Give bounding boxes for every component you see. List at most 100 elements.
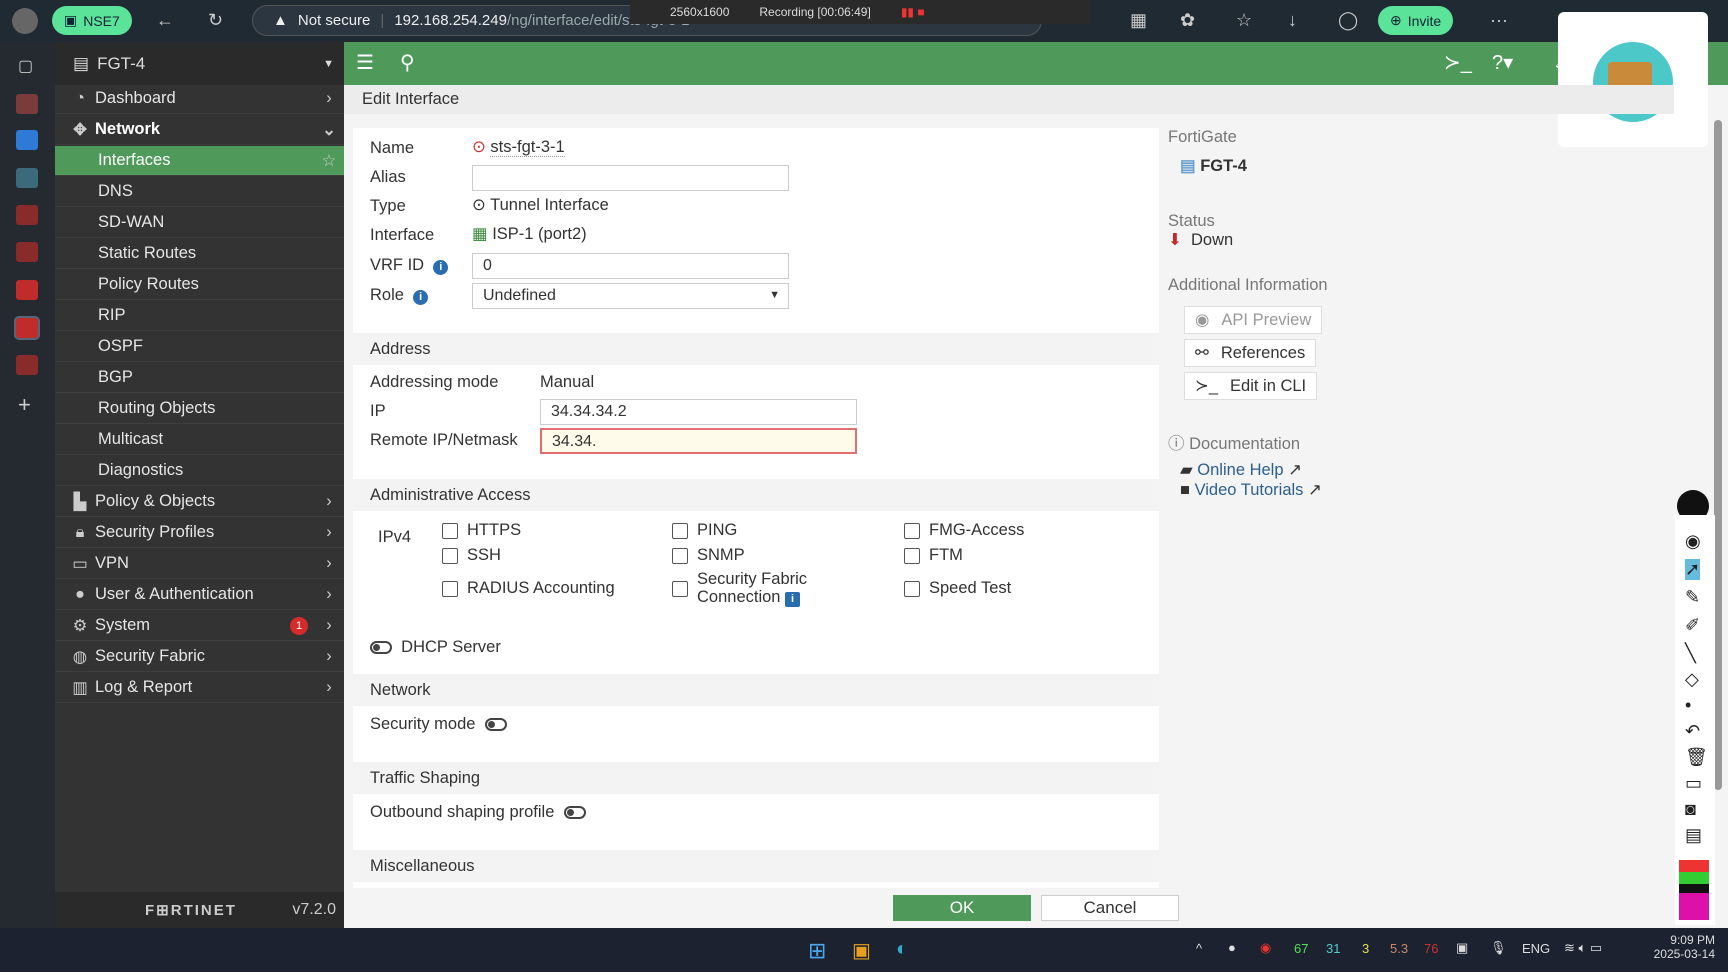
tab-icon[interactable] — [16, 355, 38, 375]
tab-icon[interactable] — [16, 168, 38, 188]
sidebar-item-diagnostics[interactable]: Diagnostics — [55, 456, 344, 486]
snmp-checkbox[interactable]: SNMP — [672, 546, 745, 565]
extension-icon[interactable]: ▦ — [1130, 10, 1147, 31]
trash-icon[interactable]: 🗑︎ — [1685, 747, 1708, 768]
menu-icon[interactable]: ☰ — [356, 50, 374, 75]
outbound-shaping-toggle[interactable] — [563, 806, 586, 820]
ssh-checkbox[interactable]: SSH — [442, 546, 501, 565]
ping-checkbox[interactable]: PING — [672, 521, 737, 540]
tab-icon[interactable] — [16, 94, 38, 114]
tab-icon[interactable] — [16, 205, 38, 225]
line-icon[interactable]: ╲ — [1685, 643, 1696, 664]
info-icon[interactable]: i — [785, 592, 801, 607]
role-select[interactable]: Undefined ▼ — [472, 283, 789, 309]
api-preview-button[interactable]: ◉ API Preview — [1184, 306, 1323, 334]
chevron-up-icon[interactable]: ^ — [1196, 941, 1202, 956]
https-checkbox[interactable]: HTTPS — [442, 521, 521, 540]
video-tutorials-link[interactable]: ■ Video Tutorials ↗ — [1180, 480, 1322, 500]
sidebar-item-interfaces[interactable]: Interfaces ☆ — [55, 146, 344, 176]
undo-icon[interactable]: ↶ — [1685, 721, 1700, 742]
search-icon[interactable]: ⚲ — [400, 50, 415, 75]
cancel-button[interactable]: Cancel — [1041, 895, 1179, 921]
board-icon[interactable]: ▭ — [1685, 773, 1702, 794]
screen-icon[interactable]: ▣ — [1456, 940, 1468, 956]
download-icon[interactable]: ↓ — [1288, 10, 1297, 31]
tabs-icon[interactable]: ▢ — [18, 56, 33, 76]
cli-icon[interactable]: ≻_ — [1444, 50, 1472, 75]
star-icon[interactable]: ☆ — [314, 151, 344, 171]
sidebar-item-system[interactable]: ⚙ System 1 › — [55, 611, 344, 641]
speed-test-checkbox[interactable]: Speed Test — [904, 579, 1011, 598]
sidebar-item-security-profiles[interactable]: 🔒︎ Security Profiles › — [55, 518, 344, 548]
security-mode-toggle[interactable] — [484, 718, 507, 732]
clipboard-icon[interactable]: ▤ — [1685, 825, 1702, 846]
vrf-id-input[interactable]: 0 — [472, 253, 789, 279]
back-icon[interactable]: ← — [156, 10, 174, 31]
stop-record-icon[interactable]: ▮▮ ■ — [901, 5, 925, 19]
add-tab-icon[interactable]: + — [18, 392, 31, 418]
edge-icon[interactable]: ◐ — [896, 938, 908, 961]
sidebar-item-network[interactable]: ✥ Network ⌄ — [55, 115, 344, 145]
pen-icon[interactable]: ✎ — [1685, 587, 1700, 608]
app-icon[interactable]: ▣ — [852, 938, 871, 963]
tab-icon[interactable] — [14, 316, 40, 340]
sidebar-item-dashboard[interactable]: ◔ Dashboard › — [55, 84, 344, 114]
sidebar-item-dns[interactable]: DNS — [55, 177, 344, 207]
online-help-link[interactable]: ▰ Online Help ↗ — [1180, 460, 1302, 480]
more-icon[interactable]: ··· — [1490, 10, 1508, 31]
reload-icon[interactable]: ↻ — [208, 10, 223, 31]
clock[interactable]: 9:09 PM 2025-03-14 — [1645, 933, 1715, 961]
fmg-access-checkbox[interactable]: FMG-Access — [904, 521, 1024, 540]
windows-start-icon[interactable]: ⊞ — [808, 938, 826, 964]
record-icon[interactable]: ◉ — [1260, 940, 1271, 956]
extensions-icon[interactable]: ✿ — [1180, 10, 1195, 31]
sidebar-item-user-auth[interactable]: ● User & Authentication › — [55, 580, 344, 610]
ftm-checkbox[interactable]: FTM — [904, 546, 963, 565]
info-icon[interactable]: i — [413, 290, 429, 305]
eye-icon[interactable]: ◉ — [1685, 531, 1701, 552]
cursor-icon[interactable]: ➚ — [1685, 559, 1701, 580]
device-link[interactable]: FGT-4 — [1200, 157, 1247, 175]
scrollbar[interactable] — [1714, 120, 1722, 790]
wifi-icon[interactable]: ≋ 🔈︎ ▭ — [1564, 940, 1602, 956]
references-button[interactable]: ⚯ References — [1184, 339, 1317, 367]
sidebar-item-policy-objects[interactable]: ▙ Policy & Objects › — [55, 487, 344, 517]
dot-icon[interactable]: • — [1685, 695, 1691, 716]
camera-icon[interactable]: ◙ — [1685, 799, 1696, 820]
radius-accounting-checkbox[interactable]: RADIUS Accounting — [442, 579, 615, 598]
tab-icon[interactable] — [16, 130, 38, 150]
highlighter-icon[interactable]: ✐ — [1685, 615, 1700, 636]
sidebar-item-multicast[interactable]: Multicast — [55, 425, 344, 455]
ip-input[interactable]: 34.34.34.2 — [540, 399, 857, 425]
sidebar-item-log-report[interactable]: ▥ Log & Report › — [55, 673, 344, 703]
sidebar-item-routing-objects[interactable]: Routing Objects — [55, 394, 344, 424]
remote-ip-netmask-input[interactable]: 34.34. — [540, 428, 857, 454]
favorites-icon[interactable]: ☆ — [1236, 10, 1252, 31]
profile-button[interactable]: ▣ NSE7 — [52, 6, 132, 35]
sidebar-item-vpn[interactable]: ▭ VPN › — [55, 549, 344, 579]
sidebar-item-security-fabric[interactable]: ◍ Security Fabric › — [55, 642, 344, 672]
sidebar-item-ospf[interactable]: OSPF — [55, 332, 344, 362]
security-fabric-connection-checkbox[interactable]: Security Fabric Connection i — [672, 570, 832, 607]
sidebar-item-bgp[interactable]: BGP — [55, 363, 344, 393]
sidebar-item-rip[interactable]: RIP — [55, 301, 344, 331]
alias-input[interactable] — [472, 165, 789, 191]
addressing-mode-value[interactable]: Manual — [540, 373, 594, 392]
info-icon[interactable]: i — [433, 260, 449, 275]
edit-in-cli-button[interactable]: ≻_ Edit in CLI — [1184, 372, 1318, 400]
tab-icon[interactable] — [16, 280, 38, 300]
ok-button[interactable]: OK — [893, 895, 1031, 921]
invite-button[interactable]: ⊕ Invite — [1378, 6, 1454, 35]
profile-avatar[interactable] — [12, 8, 38, 34]
app-tray-icon[interactable]: ● — [1228, 940, 1236, 955]
color-palette[interactable] — [1679, 860, 1709, 920]
chat-icon[interactable]: ◯ — [1338, 10, 1358, 31]
help-icon[interactable]: ?▾ — [1492, 50, 1513, 75]
sidebar-item-sd-wan[interactable]: SD-WAN — [55, 208, 344, 238]
sidebar-item-static-routes[interactable]: Static Routes — [55, 239, 344, 269]
device-selector[interactable]: ▤ FGT-4 ▼ — [55, 42, 344, 85]
eraser-icon[interactable]: ◇ — [1685, 669, 1699, 690]
tab-icon[interactable] — [16, 242, 38, 262]
dhcp-server-toggle[interactable] — [370, 641, 392, 655]
sidebar-item-policy-routes[interactable]: Policy Routes — [55, 270, 344, 300]
